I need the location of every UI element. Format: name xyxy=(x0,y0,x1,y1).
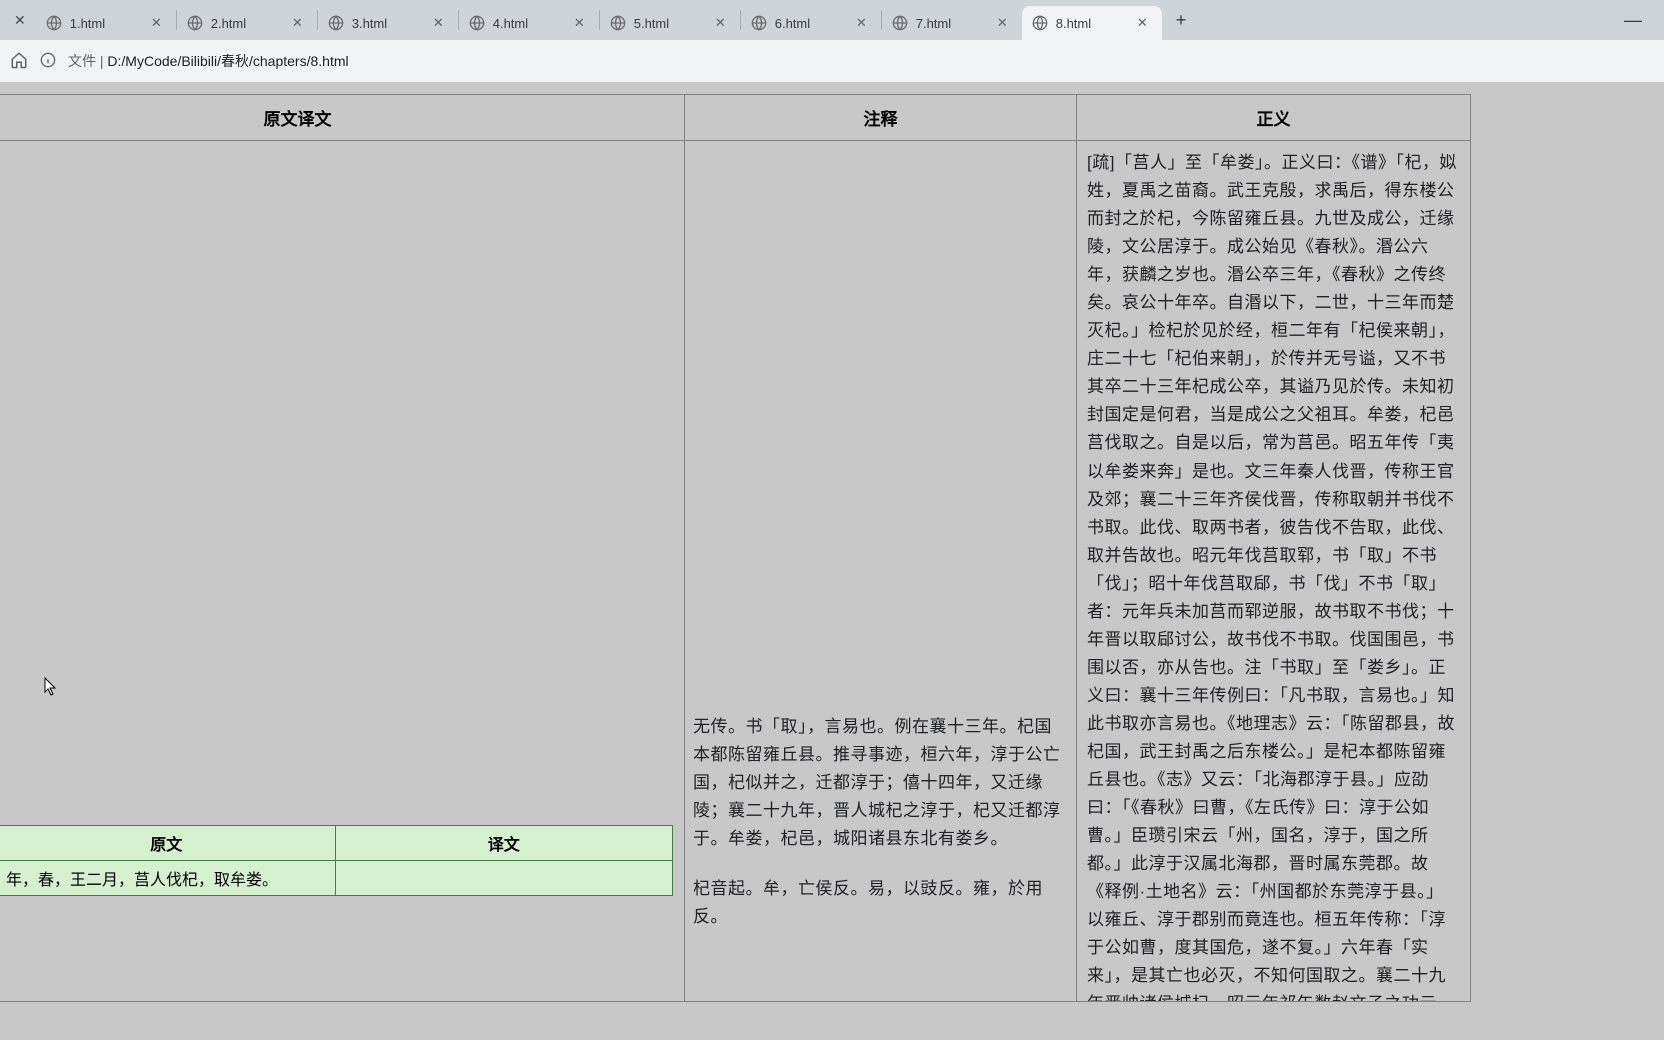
cursor-icon xyxy=(44,677,58,700)
header-zhengyi: 正义 xyxy=(1077,95,1471,141)
header-annotation: 注释 xyxy=(685,95,1077,141)
globe-icon xyxy=(469,15,485,31)
info-icon[interactable] xyxy=(40,52,56,71)
tab-title: 5.html xyxy=(634,16,711,31)
cell-annotation: 无传。书「取」，言易也。例在襄十三年。杞国本都陈留雍丘县。推寻事迹，桓六年，淳于… xyxy=(685,141,1077,1002)
globe-icon xyxy=(328,15,344,31)
tab-title: 7.html xyxy=(916,16,993,31)
tab-7[interactable]: 7.html ✕ xyxy=(882,6,1022,40)
close-icon[interactable]: ✕ xyxy=(852,13,871,33)
cell-original-translation: 原文 译文 年，春，王二月，莒人伐杞，取牟娄。 xyxy=(0,141,685,1002)
tab-1[interactable]: 1.html ✕ xyxy=(36,6,176,40)
home-icon[interactable] xyxy=(10,51,28,72)
leading-close-icon[interactable]: ✕ xyxy=(4,12,36,29)
address-path: D:/MyCode/Bilibili/春秋/chapters/8.html xyxy=(107,53,348,69)
annotation-p2: 杞音起。牟，亡侯反。易，以豉反。雍，於用反。 xyxy=(693,875,1068,931)
tab-bar: ✕ 1.html ✕ 2.html ✕ 3.html ✕ xyxy=(0,0,1664,40)
header-original-translation: 原文译文 xyxy=(0,95,685,141)
globe-icon xyxy=(1032,15,1048,31)
address-bar: 文件 | D:/MyCode/Bilibili/春秋/chapters/8.ht… xyxy=(0,40,1664,82)
tab-title: 8.html xyxy=(1056,16,1133,31)
close-icon[interactable]: ✕ xyxy=(570,13,589,33)
close-icon[interactable]: ✕ xyxy=(1133,13,1152,33)
close-icon[interactable]: ✕ xyxy=(288,13,307,33)
close-icon[interactable]: ✕ xyxy=(147,13,166,33)
tab-6[interactable]: 6.html ✕ xyxy=(741,6,881,40)
zhengyi-text: [疏]「莒人」至「牟娄」。正义曰：《谱》「杞，姒姓，夏禹之苗裔。武王克殷，求禹后… xyxy=(1087,153,1457,1001)
new-tab-button[interactable]: + xyxy=(1162,10,1201,31)
window-minimize-icon[interactable]: — xyxy=(1606,10,1660,31)
inner-cell-original: 年，春，王二月，莒人伐杞，取牟娄。 xyxy=(0,861,335,896)
annotation-p1: 无传。书「取」，言易也。例在襄十三年。杞国本都陈留雍丘县。推寻事迹，桓六年，淳于… xyxy=(693,713,1068,853)
close-icon[interactable]: ✕ xyxy=(429,13,448,33)
address-text[interactable]: 文件 | D:/MyCode/Bilibili/春秋/chapters/8.ht… xyxy=(68,51,349,71)
tab-8-active[interactable]: 8.html ✕ xyxy=(1022,6,1162,40)
cell-zhengyi: [疏]「莒人」至「牟娄」。正义曰：《谱》「杞，姒姓，夏禹之苗裔。武王克殷，求禹后… xyxy=(1077,141,1471,1002)
globe-icon xyxy=(892,15,908,31)
inner-header-original: 原文 xyxy=(0,826,335,861)
tab-4[interactable]: 4.html ✕ xyxy=(459,6,599,40)
inner-header-translation: 译文 xyxy=(335,826,673,861)
globe-icon xyxy=(46,15,62,31)
tab-2[interactable]: 2.html ✕ xyxy=(177,6,317,40)
inner-cell-translation xyxy=(335,861,673,896)
tab-3[interactable]: 3.html ✕ xyxy=(318,6,458,40)
tab-title: 3.html xyxy=(352,16,429,31)
main-table: 原文译文 注释 正义 原文 译文 xyxy=(0,94,1471,1002)
globe-icon xyxy=(610,15,626,31)
globe-icon xyxy=(751,15,767,31)
tab-5[interactable]: 5.html ✕ xyxy=(600,6,740,40)
page-content: 原文译文 注释 正义 原文 译文 xyxy=(0,82,1664,1040)
close-icon[interactable]: ✕ xyxy=(993,13,1012,33)
globe-icon xyxy=(187,15,203,31)
close-icon[interactable]: ✕ xyxy=(711,13,730,33)
tab-title: 4.html xyxy=(493,16,570,31)
tab-title: 6.html xyxy=(775,16,852,31)
address-prefix: 文件 xyxy=(68,53,96,69)
inner-table: 原文 译文 年，春，王二月，莒人伐杞，取牟娄。 xyxy=(0,825,673,896)
tab-title: 1.html xyxy=(70,16,147,31)
tab-title: 2.html xyxy=(211,16,288,31)
